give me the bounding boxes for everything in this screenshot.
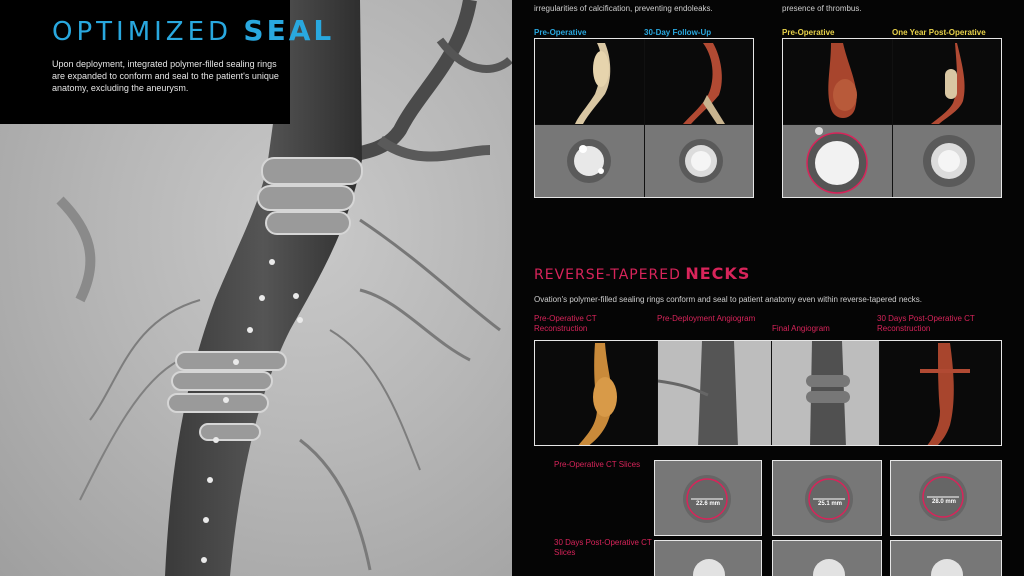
- measurement-label: 25.1 mm: [818, 501, 843, 507]
- case2-post-reconstruction: [893, 39, 1001, 124]
- title-thin: OPTIMIZED: [52, 17, 233, 47]
- section-title-reverse-tapered: REVERSE-TAPERED NECKS: [534, 264, 750, 284]
- case1-pre-reconstruction: [535, 39, 644, 124]
- reverse-image-strip: [534, 340, 1002, 446]
- case2-image-grid: [782, 38, 1002, 198]
- case1-pre-slice: [535, 125, 644, 197]
- angiogram-panel: OPTIMIZED SEAL Upon deployment, integrat…: [0, 0, 512, 576]
- pre-slice-3: 28.0 mm: [890, 460, 1002, 536]
- pre-angio-label: Pre-Deployment Angiogram: [657, 314, 756, 323]
- case2-post-label: One Year Post-Operative: [892, 28, 986, 37]
- case1-pre-label: Pre-Operative: [534, 28, 587, 37]
- post-slice-2: [772, 540, 882, 576]
- post-ct-label: 30 Days Post-Operative CT Reconstruction: [877, 314, 975, 333]
- results-panel: irregularities of calcification, prevent…: [512, 0, 1024, 576]
- top-left-note: irregularities of calcification, prevent…: [534, 4, 713, 13]
- case2-pre-label: Pre-Operative: [782, 28, 835, 37]
- pre-slice-1: 22.6 mm: [654, 460, 762, 536]
- post-slices-label: 30 Days Post-Operative CT Slices: [554, 538, 652, 557]
- pre-slice-2: 25.1 mm: [772, 460, 882, 536]
- post-slice-3: [890, 540, 1002, 576]
- case1-post-slice: [645, 125, 753, 197]
- case2-post-slice: [893, 125, 1001, 197]
- measurement-label: 28.0 mm: [932, 499, 957, 505]
- title-bold: SEAL: [243, 14, 335, 47]
- post-ct-reconstruction: [880, 341, 1001, 445]
- section-description: Ovation's polymer-filled sealing rings c…: [534, 295, 922, 304]
- section-title-bold: NECKS: [685, 264, 751, 283]
- case2-pre-slice: [783, 125, 892, 197]
- section-title-thin: REVERSE-TAPERED: [534, 267, 681, 283]
- case2-pre-reconstruction: [783, 39, 892, 124]
- measurement-label: 22.6 mm: [696, 501, 721, 507]
- title-description: Upon deployment, integrated polymer-fill…: [52, 59, 279, 93]
- final-angiogram: [772, 341, 879, 445]
- case1-post-reconstruction: [645, 39, 753, 124]
- pre-deployment-angiogram: [658, 341, 771, 445]
- case1-post-label: 30-Day Follow-Up: [644, 28, 712, 37]
- top-right-note: presence of thrombus.: [782, 4, 862, 13]
- pre-ct-label: Pre-Operative CT Reconstruction: [534, 314, 597, 333]
- page-title: OPTIMIZED SEAL: [52, 16, 331, 47]
- case1-image-grid: [534, 38, 754, 198]
- post-slice-1: [654, 540, 762, 576]
- pre-slices-label: Pre-Operative CT Slices: [554, 460, 641, 469]
- pre-ct-reconstruction: [535, 341, 657, 445]
- title-box: OPTIMIZED SEAL Upon deployment, integrat…: [0, 0, 331, 124]
- final-angio-label: Final Angiogram: [772, 324, 830, 333]
